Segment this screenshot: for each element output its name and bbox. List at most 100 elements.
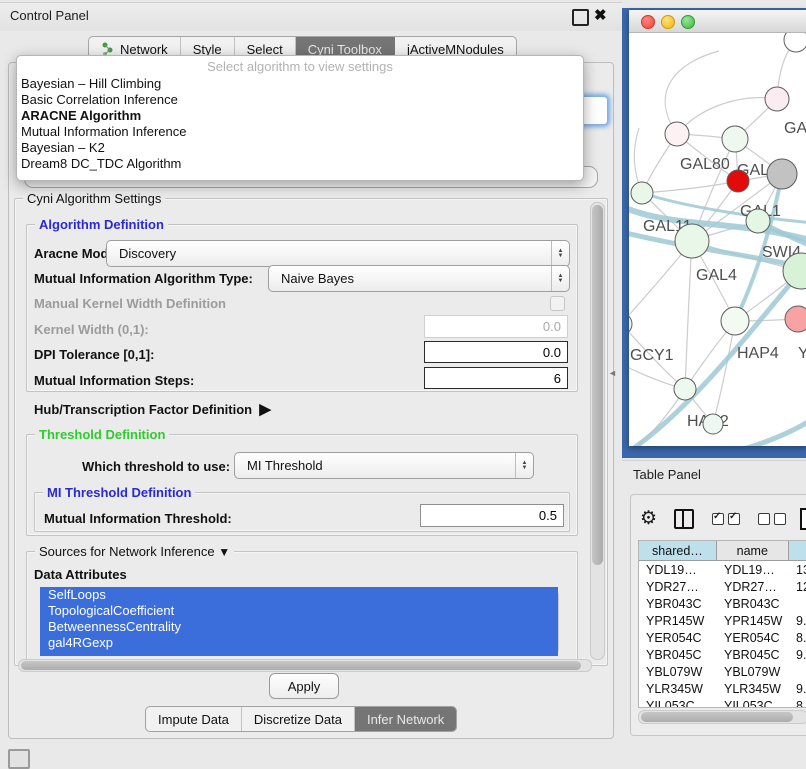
popup-item[interactable]: Dream8 DC_TDC Algorithm (17, 156, 583, 172)
manual-kernel-width-label: Manual Kernel Width Definition (34, 296, 226, 311)
network-node-gal[interactable] (765, 87, 789, 111)
popup-item[interactable]: Mutual Information Inference (17, 124, 583, 140)
network-node-gal4[interactable] (675, 224, 709, 258)
table-cell: YIL053C (717, 697, 789, 708)
table-row[interactable]: YBR043CYBR043C (639, 595, 806, 612)
mi-algorithm-type-combobox[interactable]: Naive Bayes ▲▼ (268, 265, 570, 292)
which-threshold-combobox[interactable]: MI Threshold ▲▼ (234, 452, 534, 479)
table-row[interactable]: YLR345WYLR345W9. (639, 680, 806, 697)
data-attributes-list[interactable]: SelfLoopsTopologicalCoefficientBetweenne… (40, 587, 558, 656)
unchecked-box-icon (774, 513, 786, 525)
column-header[interactable]: shared… (639, 541, 717, 561)
attribute-list-item[interactable]: TopologicalCoefficient (40, 603, 558, 619)
column-header[interactable]: name (717, 541, 789, 561)
table-cell: YDR27… (639, 578, 717, 595)
bottom-tab-impute-data[interactable]: Impute Data (146, 707, 242, 731)
table-cell: YDR27… (717, 578, 789, 595)
bottom-tab-discretize-data[interactable]: Discretize Data (242, 707, 355, 731)
table-cell: 12 (789, 578, 806, 595)
select-all-columns-button[interactable] (712, 513, 740, 525)
hub-definition-toggle[interactable]: Hub/Transcription Factor Definition ▶ (34, 400, 271, 418)
table-cell: YLR345W (717, 680, 789, 697)
minimize-traffic-light-icon[interactable] (661, 15, 675, 29)
node-label: Y (798, 345, 806, 362)
algorithm-dropdown-placeholder: Select algorithm to view settings (17, 58, 583, 76)
table-cell (789, 595, 806, 612)
aracne-mode-combobox[interactable]: Discovery ▲▼ (106, 240, 570, 267)
attribute-list-item[interactable]: SelfLoops (40, 587, 558, 603)
popup-item[interactable]: ARACNE Algorithm (17, 108, 583, 124)
network-node[interactable] (703, 414, 723, 434)
deselect-all-columns-button[interactable] (758, 513, 786, 525)
checked-box-icon (728, 513, 740, 525)
node-attribute-table[interactable]: shared…nameYDL19…YDL19…13YDR27…YDR27…12Y… (638, 540, 806, 708)
splitter-collapse-handle[interactable]: ◄ (608, 368, 617, 378)
node-label: GAL (784, 120, 806, 137)
close-panel-button[interactable]: ✖ (594, 6, 607, 24)
control-panel-titlebar (0, 2, 622, 31)
network-node-gal1[interactable] (727, 170, 749, 192)
table-cell: 13 (789, 561, 806, 578)
kernel-width-field[interactable]: 0.0 (424, 315, 568, 338)
network-node[interactable] (767, 159, 797, 189)
table-cell (789, 663, 806, 680)
stepper-arrows-icon: ▲▼ (515, 453, 533, 478)
threshold-definition-title: Threshold Definition (35, 427, 169, 442)
algorithm-dropdown-popup: Select algorithm to view settings Bayesi… (16, 55, 584, 181)
network-node-hap4[interactable] (721, 307, 749, 335)
node-label: HAP4 (737, 345, 779, 362)
manual-kernel-width-checkbox[interactable] (550, 296, 565, 311)
network-canvas[interactable]: GALGAL80GAL10GAL1GAL11SWI4GAL4GCY1HAP4YH… (629, 33, 806, 446)
apply-button[interactable]: Apply (269, 673, 339, 699)
network-node-gal80[interactable] (665, 122, 689, 146)
table-row[interactable]: YBL079WYBL079W (639, 663, 806, 680)
table-row[interactable]: YBR045CYBR045C9. (639, 646, 806, 663)
table-row[interactable]: YPR145WYPR145W9. (639, 612, 806, 629)
data-attributes-label: Data Attributes (34, 567, 127, 582)
table-cell: 8. (789, 629, 806, 646)
settings-group-title: Cyni Algorithm Settings (23, 191, 165, 206)
mi-threshold-field[interactable]: 0.5 (420, 504, 564, 527)
network-icon (101, 42, 114, 56)
close-traffic-light-icon[interactable] (641, 15, 655, 29)
table-row[interactable]: YDR27…YDR27…12 (639, 578, 806, 595)
table-cell: YBR043C (639, 595, 717, 612)
network-node[interactable] (784, 33, 806, 52)
dpi-tolerance-field[interactable]: 0.0 (424, 341, 568, 363)
popup-item[interactable]: Bayesian – K2 (17, 140, 583, 156)
table-row[interactable]: YIL053CYIL053C8. (639, 697, 806, 708)
table-row[interactable]: YER054CYER054C8. (639, 629, 806, 646)
gear-icon[interactable]: ⚙ (640, 509, 657, 529)
collapse-down-icon: ▼ (218, 545, 230, 559)
node-label: GAL4 (696, 267, 737, 284)
sources-group-toggle[interactable]: Sources for Network Inference ▼ (35, 544, 234, 559)
network-node-gcy1[interactable] (629, 313, 632, 335)
table-row[interactable]: YDL19…YDL19…13 (639, 561, 806, 578)
partial-table-icon[interactable] (800, 508, 806, 530)
mi-steps-field[interactable]: 6 (424, 367, 568, 389)
split-column-icon[interactable] (674, 509, 694, 529)
float-window-button[interactable] (572, 9, 589, 26)
attribute-list-item[interactable]: BetweennessCentrality (40, 619, 558, 635)
which-threshold-label: Which threshold to use: (82, 459, 230, 474)
attribute-list-item[interactable]: gal4RGexp (40, 635, 558, 651)
network-node-gal11[interactable] (631, 182, 653, 204)
network-node-swi4[interactable] (746, 209, 770, 233)
table-panel-title: Table Panel (633, 467, 701, 482)
zoom-traffic-light-icon[interactable] (681, 15, 695, 29)
table-cell: 9. (789, 646, 806, 663)
column-header[interactable] (789, 541, 806, 561)
table-horizontal-scrollbar[interactable] (638, 710, 806, 724)
settings-vertical-scrollbar[interactable] (590, 202, 605, 660)
dock-panel-icon[interactable] (8, 749, 30, 769)
network-window-titlebar[interactable] (629, 10, 806, 33)
network-node-gal10[interactable] (722, 126, 748, 152)
bottom-tab-infer-network[interactable]: Infer Network (355, 707, 456, 731)
table-cell: YPR145W (639, 612, 717, 629)
popup-item[interactable]: Bayesian – Hill Climbing (17, 76, 583, 92)
settings-horizontal-scrollbar[interactable] (18, 659, 592, 672)
popup-item[interactable]: Basic Correlation Inference (17, 92, 583, 108)
network-node-hap2[interactable] (674, 378, 696, 400)
network-node-y[interactable] (785, 306, 806, 332)
table-cell: YBL079W (717, 663, 789, 680)
